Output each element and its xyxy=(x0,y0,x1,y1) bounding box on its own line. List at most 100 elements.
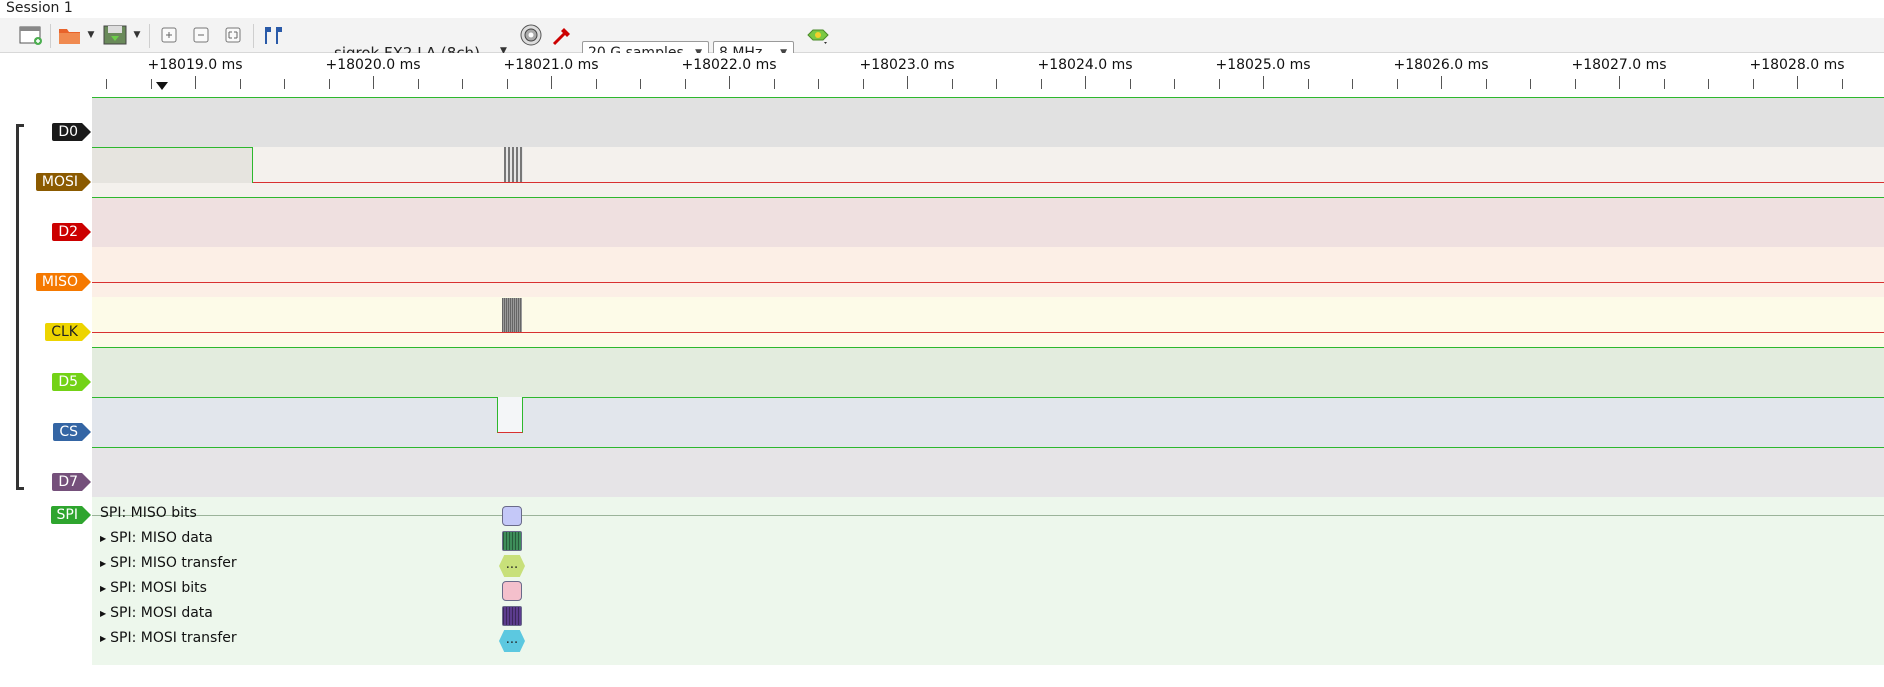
track-clk[interactable] xyxy=(92,297,1884,347)
minor-tick xyxy=(952,79,953,89)
decoder-annotation[interactable] xyxy=(502,606,522,626)
probe-icon[interactable] xyxy=(551,24,575,46)
major-tick xyxy=(1619,76,1620,89)
decoder-row-divider xyxy=(92,515,1884,516)
decoder-track-spi[interactable] xyxy=(92,497,1884,665)
minor-tick xyxy=(1352,79,1353,89)
session-tab[interactable]: Session 1 xyxy=(0,0,79,18)
minor-tick xyxy=(1530,79,1531,89)
ruler-tick-label: +18028.0 ms xyxy=(1749,57,1845,73)
minor-tick xyxy=(462,79,463,89)
main-toolbar: ▼ ▼ sigrok FX2 LA (8ch) ▼ 20 G samples▼ … xyxy=(0,18,1884,66)
minor-tick xyxy=(1664,79,1665,89)
save-icon[interactable] xyxy=(103,24,127,46)
decoder-row[interactable]: ▶ SPI: MISO transfer xyxy=(100,555,237,571)
open-dropdown-icon[interactable]: ▼ xyxy=(86,27,96,43)
minor-tick xyxy=(106,79,107,89)
channel-label-d2[interactable]: D2 xyxy=(52,223,91,241)
decoder-row-label: SPI: MOSI transfer xyxy=(110,630,237,646)
decoder-row[interactable]: ▶ SPI: MOSI data xyxy=(100,605,213,621)
track-miso[interactable] xyxy=(92,247,1884,297)
ruler-tick-label: +18019.0 ms xyxy=(147,57,243,73)
zoom-out-icon[interactable] xyxy=(189,24,213,46)
decoder-row-label: SPI: MISO bits xyxy=(100,505,197,521)
signal-line-d0 xyxy=(92,97,1884,98)
toolbar-separator xyxy=(50,24,51,48)
decoder-icon[interactable] xyxy=(806,24,830,46)
minor-tick xyxy=(1130,79,1131,89)
device-config-icon[interactable] xyxy=(519,24,543,46)
decoder-annotation[interactable] xyxy=(502,581,522,601)
ruler-tick-label: +18024.0 ms xyxy=(1037,57,1133,73)
minor-tick xyxy=(1753,79,1754,89)
major-tick xyxy=(729,76,730,89)
major-tick xyxy=(907,76,908,89)
major-tick xyxy=(1441,76,1442,89)
decoder-annotation[interactable] xyxy=(502,531,522,551)
major-tick xyxy=(195,76,196,89)
major-tick xyxy=(551,76,552,89)
minor-tick xyxy=(1575,79,1576,89)
minor-tick xyxy=(1397,79,1398,89)
ruler-tick-label: +18026.0 ms xyxy=(1393,57,1489,73)
minor-tick xyxy=(507,79,508,89)
expand-arrow-icon[interactable]: ▶ xyxy=(100,534,106,543)
trigger-marker-icon[interactable] xyxy=(156,82,168,90)
channel-label-mosi[interactable]: MOSI xyxy=(35,173,92,191)
decoder-annotation[interactable]: ... xyxy=(499,630,525,652)
track-d2[interactable] xyxy=(92,197,1884,247)
channel-label-d7[interactable]: D7 xyxy=(52,473,91,491)
track-mosi[interactable] xyxy=(92,147,1884,197)
major-tick xyxy=(1263,76,1264,89)
signal-line-d7 xyxy=(92,447,1884,448)
zoom-fit-icon[interactable] xyxy=(221,24,245,46)
open-icon[interactable] xyxy=(58,24,82,46)
ruler-tick-label: +18020.0 ms xyxy=(325,57,421,73)
decoder-annotation[interactable]: ... xyxy=(499,555,525,577)
decoder-row-label: SPI: MISO transfer xyxy=(110,555,237,571)
major-tick xyxy=(1797,76,1798,89)
track-d5[interactable] xyxy=(92,347,1884,397)
minor-tick xyxy=(1219,79,1220,89)
new-view-icon[interactable] xyxy=(19,24,43,46)
track-d7[interactable] xyxy=(92,447,1884,497)
ruler-tick-label: +18027.0 ms xyxy=(1571,57,1667,73)
expand-arrow-icon[interactable]: ▶ xyxy=(100,559,106,568)
decoder-row-label: SPI: MOSI bits xyxy=(110,580,207,596)
minor-tick xyxy=(1486,79,1487,89)
ruler-tick-label: +18023.0 ms xyxy=(859,57,955,73)
expand-arrow-icon[interactable]: ▶ xyxy=(100,634,106,643)
minor-tick xyxy=(640,79,641,89)
expand-arrow-icon[interactable]: ▶ xyxy=(100,609,106,618)
minor-tick xyxy=(1308,79,1309,89)
decoder-label-spi[interactable]: SPI xyxy=(50,506,92,524)
channel-label-miso[interactable]: MISO xyxy=(35,273,92,291)
decoder-annotation[interactable] xyxy=(502,506,522,526)
mosi-burst xyxy=(504,147,523,182)
decoder-row[interactable]: ▶ SPI: MOSI bits xyxy=(100,580,207,596)
minor-tick xyxy=(996,79,997,89)
major-tick xyxy=(1085,76,1086,89)
decoder-row[interactable]: ▶ SPI: MISO data xyxy=(100,530,213,546)
channel-label-clk[interactable]: CLK xyxy=(45,323,91,341)
minor-tick xyxy=(818,79,819,89)
minor-tick xyxy=(685,79,686,89)
channel-label-d5[interactable]: D5 xyxy=(52,373,91,391)
signal-line-clk xyxy=(92,332,1884,333)
minor-tick xyxy=(284,79,285,89)
cursor-icon[interactable] xyxy=(261,24,285,46)
minor-tick xyxy=(418,79,419,89)
signal-line-mosi xyxy=(253,182,1884,183)
channel-label-d0[interactable]: D0 xyxy=(52,123,91,141)
channel-label-cs[interactable]: CS xyxy=(53,423,91,441)
decoder-row[interactable]: SPI: MISO bits xyxy=(100,505,197,521)
ruler-tick-label: +18025.0 ms xyxy=(1215,57,1311,73)
channel-group-bracket[interactable] xyxy=(16,124,24,490)
track-cs[interactable] xyxy=(92,397,1884,447)
save-dropdown-icon[interactable]: ▼ xyxy=(132,27,142,43)
expand-arrow-icon[interactable]: ▶ xyxy=(100,584,106,593)
toolbar-separator xyxy=(149,24,150,48)
track-d0[interactable] xyxy=(92,97,1884,147)
decoder-row[interactable]: ▶ SPI: MOSI transfer xyxy=(100,630,237,646)
zoom-in-icon[interactable] xyxy=(157,24,181,46)
